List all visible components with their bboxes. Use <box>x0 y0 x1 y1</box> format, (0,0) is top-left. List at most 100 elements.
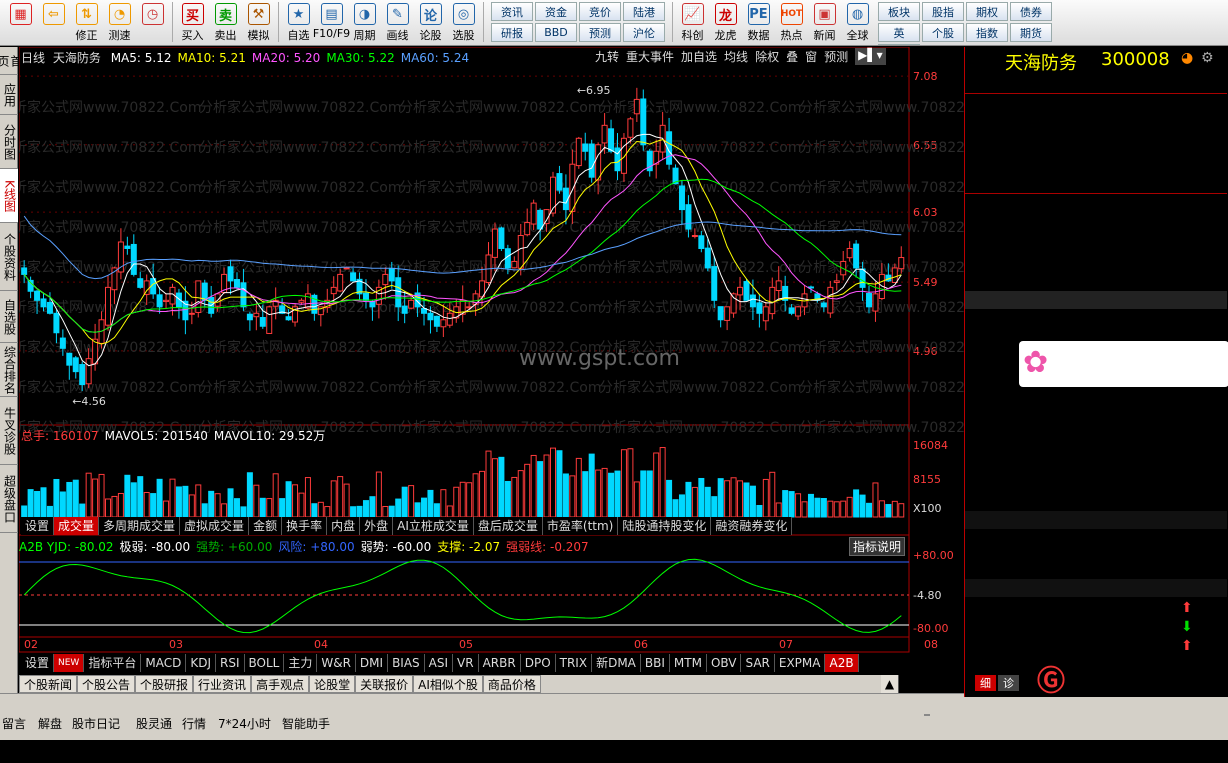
sell-order-row[interactable] <box>965 94 1227 112</box>
expand-icon[interactable]: ▶▌▾ <box>855 48 886 65</box>
indicator-tab[interactable]: MACD <box>141 654 187 672</box>
panel-tab[interactable]: 诊 <box>998 675 1019 691</box>
chart-tool-button[interactable]: 预测 <box>824 48 848 65</box>
chart-canvas[interactable]: 7.086.556.035.494.96分析家公式网www.70822.Com分… <box>19 47 964 654</box>
toolbar-button-7[interactable]: ⚒ 模拟 <box>242 0 275 44</box>
indicator-tab[interactable]: 设置 <box>21 654 55 672</box>
toolbar-grid-button[interactable]: 板块 <box>878 2 920 21</box>
info-tab[interactable]: 论股堂 <box>309 675 356 693</box>
volume-tab[interactable]: AI立桩成交量 <box>393 517 474 535</box>
volume-tab[interactable]: 盘后成交量 <box>474 517 543 535</box>
info-tab[interactable]: AI相似个股 <box>413 675 483 693</box>
toolbar-grid-button[interactable]: 英 <box>878 23 920 42</box>
toolbar-button-b5[interactable]: ◍ 全球 <box>841 0 874 44</box>
volume-tab[interactable]: 成交量 <box>54 517 100 535</box>
info-tab[interactable]: 高手观点 <box>251 675 310 693</box>
toolbar-grid-button[interactable]: 个股 <box>922 23 964 42</box>
volume-tab[interactable]: 金额 <box>249 517 283 535</box>
buy-order-row[interactable] <box>965 213 1227 231</box>
indicator-tab[interactable]: ASI <box>425 654 454 672</box>
toolbar-button-4[interactable]: ◷ <box>136 0 169 44</box>
volume-tab[interactable]: 外盘 <box>360 517 394 535</box>
indicator-tab[interactable]: 主力 <box>284 654 318 672</box>
toolbar-grid-button[interactable]: 资讯 <box>491 2 533 21</box>
chart-tool-button[interactable]: 九转 <box>595 48 619 65</box>
volume-tab[interactable]: 市盈率(ttm) <box>543 517 619 535</box>
indicator-tab[interactable]: A2B <box>825 654 859 672</box>
toolbar-button-10[interactable]: ◑ 周期 <box>348 0 381 44</box>
indicator-tab[interactable]: W&R <box>317 654 356 672</box>
volume-tab[interactable]: 换手率 <box>282 517 328 535</box>
toolbar-grid-button[interactable]: 期权 <box>966 2 1008 21</box>
toolbar-grid-button[interactable]: 指数 <box>966 23 1008 42</box>
settings-icon[interactable]: ⚙ <box>1201 50 1214 66</box>
indicator-tab[interactable]: SAR <box>741 654 775 672</box>
info-tab[interactable]: 个股公告 <box>77 675 136 693</box>
sidebar-tab-4[interactable]: 个股资料 <box>0 223 18 291</box>
indicator-tab[interactable]: 新DMA <box>592 654 641 672</box>
volume-tab[interactable]: 内盘 <box>327 517 361 535</box>
bottom-bar-item[interactable]: 智能助手 <box>282 715 330 732</box>
indicator-tab[interactable]: BBI <box>641 654 670 672</box>
kline-chart-area[interactable]: 7.08 6.55 6.03 5.49 4.96 分析家公式网www.70822.Com 分… <box>19 47 964 672</box>
bottom-bar-item[interactable]: 股灵通 <box>136 715 172 732</box>
info-tab[interactable]: 行业资讯 <box>193 675 252 693</box>
buy-order-row[interactable] <box>965 231 1227 249</box>
sell-order-row[interactable] <box>965 112 1227 130</box>
toolbar-button-2[interactable]: ⇅ 修正 <box>70 0 103 44</box>
volume-tab[interactable]: 虚拟成交量 <box>180 517 250 535</box>
indicator-tab[interactable]: TRIX <box>556 654 593 672</box>
toolbar-grid-button[interactable]: 基金 <box>878 44 920 45</box>
bottom-bar-item[interactable]: 解盘 <box>38 715 62 732</box>
sell-order-row[interactable] <box>965 166 1227 184</box>
toolbar-button-13[interactable]: ◎ 选股 <box>447 0 480 44</box>
toolbar-button-12[interactable]: 论论股 <box>414 0 447 44</box>
volume-tab[interactable]: 陆股通持股变化 <box>618 517 712 535</box>
toolbar-button-b1[interactable]: 龙龙虎 <box>709 0 742 44</box>
buy-order-row[interactable] <box>965 249 1227 267</box>
bottom-bar-item[interactable]: 行情 <box>182 715 206 732</box>
toolbar-button-b2[interactable]: PE 数据 <box>742 0 775 44</box>
toolbar-grid-button[interactable]: 资金 <box>535 2 577 21</box>
indicator-tab[interactable]: BOLL <box>245 654 285 672</box>
toolbar-button-5[interactable]: 买买入 <box>176 0 209 44</box>
indicator-tab[interactable]: DMI <box>356 654 389 672</box>
indicator-tab[interactable]: ARBR <box>479 654 521 672</box>
toolbar-grid-button[interactable]: 研报 <box>491 23 533 42</box>
buy-order-row[interactable] <box>965 267 1227 285</box>
search-input[interactable] <box>924 714 930 716</box>
info-tab[interactable]: 个股研报 <box>135 675 194 693</box>
info-tab[interactable]: 关联报价 <box>355 675 414 693</box>
sidebar-tab-7[interactable]: 牛叉诊股 <box>0 397 18 465</box>
chart-tool-button[interactable]: 均线 <box>724 48 748 65</box>
toolbar-grid-button[interactable]: 债券 <box>1010 2 1052 21</box>
toolbar-grid-button[interactable]: BBD <box>535 23 577 42</box>
bottom-bar-item[interactable]: 留言 <box>2 715 26 732</box>
chart-tool-button[interactable]: 除权 <box>755 48 779 65</box>
indicator-tab[interactable]: RSI <box>216 654 245 672</box>
big-order-notice[interactable] <box>965 291 1227 309</box>
buy-order-row[interactable] <box>965 195 1227 213</box>
toolbar-button-9[interactable]: ▤ F10/F9 <box>313 0 350 44</box>
toolbar-grid-button[interactable]: 陆港 <box>623 2 665 21</box>
chart-tool-button[interactable]: 重大事件 <box>626 48 674 65</box>
bottom-bar-item[interactable]: 股市日记 <box>72 715 120 732</box>
sidebar-tab-6[interactable]: 综合排名 <box>0 343 18 397</box>
chart-tool-button[interactable]: 叠 <box>786 48 798 65</box>
toolbar-button-6[interactable]: 卖卖出 <box>209 0 242 44</box>
chart-tool-button[interactable]: 窗 <box>805 48 817 65</box>
indicator-tab[interactable]: BIAS <box>388 654 425 672</box>
color-icon[interactable]: ◕ <box>1181 50 1193 66</box>
toolbar-grid-button[interactable]: 预测 <box>579 23 621 42</box>
toolbar-button-8[interactable]: ★ 自选 <box>282 0 315 44</box>
sell-order-row[interactable] <box>965 130 1227 148</box>
toolbar-button-3[interactable]: ◔ 测速 <box>103 0 136 44</box>
sidebar-tab-1[interactable]: 应用 <box>0 75 18 115</box>
elves-row[interactable] <box>965 561 1227 579</box>
sidebar-tab-8[interactable]: 超级盘口 <box>0 465 18 533</box>
toolbar-grid-button[interactable]: 股指 <box>922 2 964 21</box>
sidebar-tab-0[interactable]: 首页 <box>0 47 23 75</box>
toolbar-button-b0[interactable]: 📈 科创 <box>676 0 709 44</box>
bottom-bar-item[interactable]: 7*24小时 <box>218 715 271 732</box>
collapse-up-icon[interactable]: ▲ <box>880 675 900 693</box>
